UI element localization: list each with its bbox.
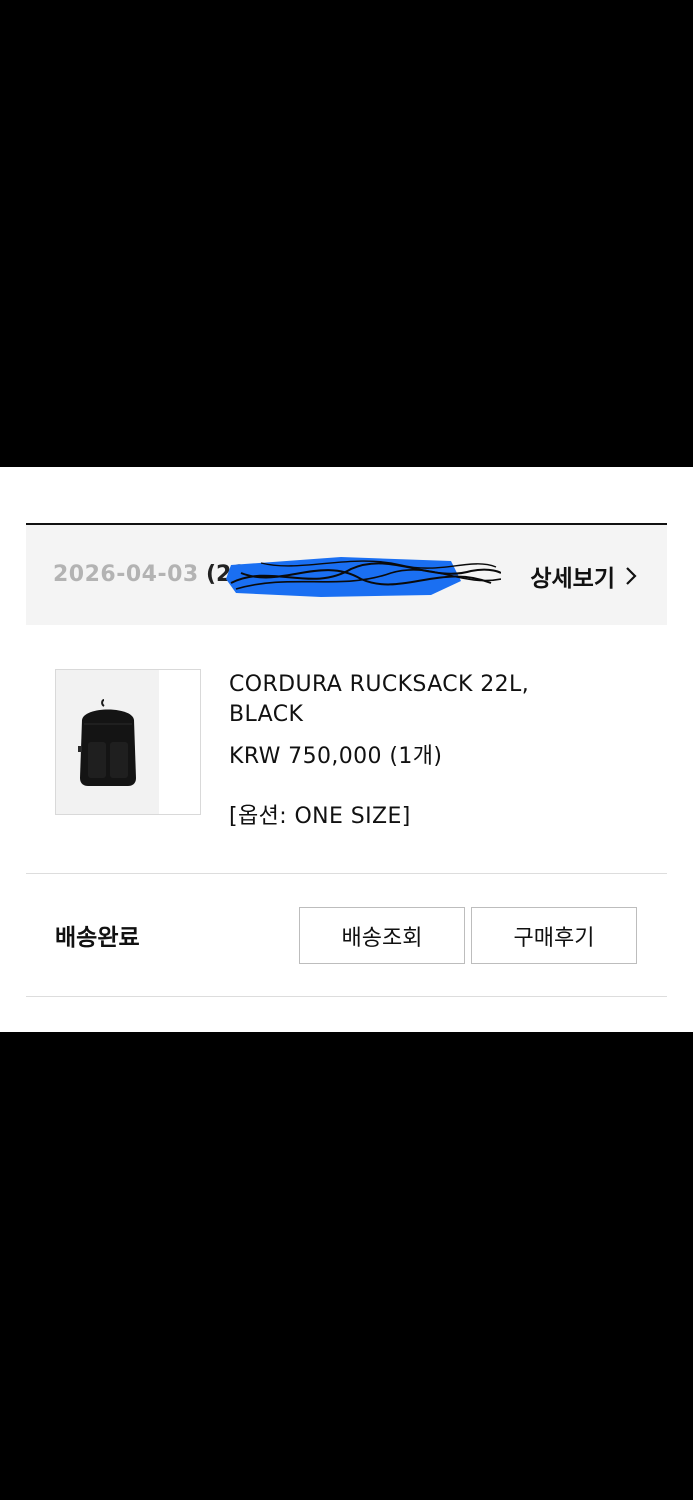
bottom-black-area — [0, 1032, 693, 1500]
product-thumbnail[interactable] — [55, 669, 201, 815]
top-black-area — [0, 0, 693, 467]
order-detail-label: 상세보기 — [530, 566, 615, 592]
order-date: 2026-04-03 — [53, 562, 199, 587]
write-review-button[interactable]: 구매후기 — [471, 907, 637, 964]
order-header: 2026-04-03 (20 상세보기 — [26, 525, 667, 625]
delivery-status: 배송완료 — [55, 925, 140, 951]
product-option: [옵션: ONE SIZE] — [229, 804, 411, 829]
chevron-right-icon — [626, 567, 637, 585]
order-card: 2026-04-03 (20 상세보기 CORDURA RUCKSACK 22L… — [0, 467, 693, 1032]
track-delivery-button[interactable]: 배송조회 — [299, 907, 465, 964]
product-name[interactable]: CORDURA RUCKSACK 22L, BLACK — [229, 670, 609, 730]
middle-divider — [26, 873, 667, 874]
backpack-icon — [78, 699, 136, 786]
redaction-scribble — [226, 557, 501, 597]
order-detail-link[interactable]: 상세보기 — [530, 559, 637, 593]
bottom-divider — [26, 996, 667, 997]
product-price: KRW 750,000 (1개) — [229, 744, 443, 769]
